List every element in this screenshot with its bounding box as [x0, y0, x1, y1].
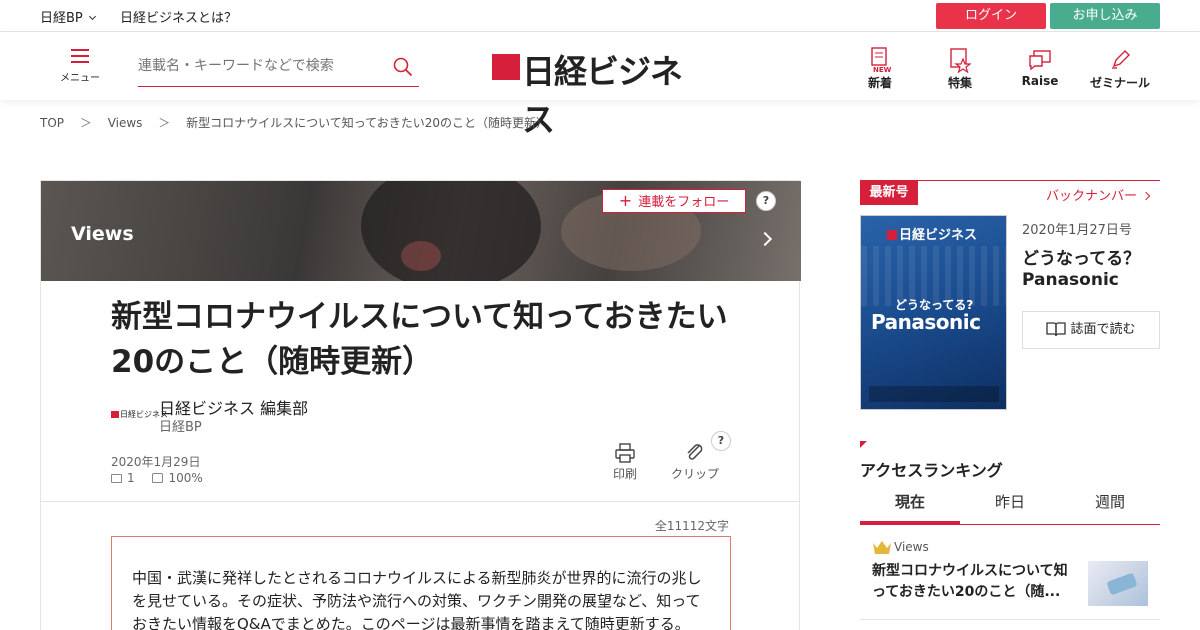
follow-label: 連載をフォロー [638, 195, 730, 210]
site-header: メニュー 日経ビジネス NEW 新着 特集 Raise ゼミナール [0, 33, 1200, 139]
search-icon[interactable] [393, 57, 413, 77]
back-numbers-link[interactable]: バックナンバー [1046, 185, 1151, 204]
clip-help-icon[interactable]: ? [711, 431, 731, 451]
breadcrumb-current: 新型コロナウイルスについて知っておきたい20のこと（随時更新） [186, 116, 549, 130]
issue-title-line1: どうなってる？ [1022, 249, 1141, 269]
nav-raise-label: Raise [1021, 74, 1059, 88]
tab-weekly[interactable]: 週間 [1060, 486, 1160, 524]
issue-title[interactable]: どうなってる？ Panasonic [1022, 249, 1140, 291]
tab-now[interactable]: 現在 [860, 486, 960, 524]
breadcrumb-separator: ＞ [158, 116, 171, 130]
nav-feature[interactable]: 特集 [930, 47, 990, 91]
article-stats: 1 100% [111, 471, 203, 485]
publish-date: 2020年1月29日 [111, 455, 201, 469]
book-icon [1046, 321, 1067, 336]
char-count: 全11112文字 [654, 519, 729, 533]
nav-seminar[interactable]: ゼミナール [1090, 47, 1150, 91]
breadcrumb: TOP ＞ Views ＞ 新型コロナウイルスについて知っておきたい20のこと（… [40, 114, 560, 131]
feature-icon [950, 48, 971, 73]
ranking-tabs: 現在 昨日 週間 [860, 486, 1160, 525]
svg-text:NEW: NEW [873, 66, 891, 73]
latest-issue-tag: 最新号 [860, 181, 918, 205]
cover-logo: 日経ビジネス [887, 224, 977, 243]
breadcrumb-separator: ＞ [79, 116, 92, 130]
author-logo: 日経ビジネス [111, 407, 168, 423]
raise-chat-icon [1029, 50, 1051, 71]
ranking-category: Views [894, 540, 929, 554]
print-button[interactable]: 印刷 [613, 443, 637, 482]
nav-new[interactable]: NEW 新着 [850, 47, 910, 91]
menu-label: メニュー [60, 73, 100, 84]
nav-new-label: 新着 [867, 76, 892, 90]
like-icon [152, 473, 164, 483]
cover-logo-text: 日経ビジネス [899, 228, 978, 243]
search-input[interactable] [138, 53, 378, 79]
site-logo[interactable]: 日経ビジネス [492, 45, 692, 139]
nav-feature-label: 特集 [947, 76, 972, 90]
series-banner[interactable]: Views + 連載をフォロー ? [41, 181, 801, 281]
ranking-title-link[interactable]: 新型コロナウイルスについて知っておきたい20のこと（随... [872, 561, 1072, 603]
logo-mark [492, 54, 520, 80]
chevron-down-icon [88, 12, 96, 21]
magazine-cover[interactable]: 日経ビジネス どうなってる? Panasonic [860, 215, 1007, 410]
brand-menu-link[interactable]: 日経BP [40, 7, 96, 26]
cover-headline: Panasonic [871, 310, 981, 334]
ranking-mark [860, 441, 867, 448]
about-link[interactable]: 日経ビジネスとは？ [120, 7, 237, 26]
brand-menu-label: 日経BP [40, 11, 83, 26]
chevron-right-icon [757, 231, 773, 247]
printer-icon [615, 443, 635, 463]
breadcrumb-views[interactable]: Views [108, 116, 143, 130]
search-box [138, 53, 419, 87]
issue-title-line2: Panasonic [1022, 270, 1119, 290]
divider [41, 501, 799, 502]
clip-label: クリップ [671, 467, 720, 481]
follow-series-button[interactable]: + 連載をフォロー [602, 189, 746, 213]
tab-yesterday[interactable]: 昨日 [960, 486, 1060, 524]
like-rate: 100% [168, 471, 203, 485]
print-label: 印刷 [613, 467, 638, 481]
nav-seminar-label: ゼミナール [1090, 76, 1151, 90]
back-numbers-label: バックナンバー [1046, 189, 1138, 204]
plus-icon: + [618, 191, 633, 210]
comment-count[interactable]: 1 [127, 471, 135, 485]
comment-icon[interactable] [111, 474, 122, 483]
series-name: Views [71, 223, 134, 245]
ranking-item[interactable]: Views 新型コロナウイルスについて知っておきたい20のこと（随... [860, 525, 1160, 620]
seminar-pen-icon [1112, 50, 1130, 69]
read-issue-label: 誌面で読む [1070, 322, 1136, 337]
article-card: Views + 連載をフォロー ? 新型コロナウイルスについて知っておきたい20の… [40, 180, 801, 630]
menu-button[interactable]: メニュー [58, 49, 102, 87]
article-summary: 中国・武漢に発祥したとされるコロナウイルスによる新型肺炎が世界的に流行の兆しを見… [111, 536, 731, 630]
apply-button[interactable]: お申し込み [1050, 3, 1160, 29]
read-issue-button[interactable]: 誌面で読む [1022, 311, 1160, 349]
breadcrumb-top[interactable]: TOP [40, 116, 64, 130]
clip-button[interactable]: クリップ [671, 443, 719, 482]
issue-date: 2020年1月27日号 [1022, 223, 1132, 238]
article-title: 新型コロナウイルスについて知っておきたい20のこと（随時更新） [111, 299, 728, 380]
login-button[interactable]: ログイン [936, 3, 1046, 29]
top-bar: 日経BP 日経ビジネスとは？ ログイン お申し込み [0, 0, 1200, 32]
nav-raise[interactable]: Raise [1010, 47, 1070, 88]
ranking-title: アクセスランキング [860, 461, 1003, 480]
new-articles-icon: NEW [871, 47, 891, 73]
paperclip-icon [687, 444, 703, 460]
follow-help-icon[interactable]: ? [756, 191, 776, 211]
ranking-thumbnail[interactable] [1088, 561, 1148, 606]
author-org: 日経BP [159, 420, 202, 435]
hamburger-icon [71, 49, 89, 63]
crown-icon [873, 541, 891, 554]
chevron-right-icon [1141, 191, 1151, 201]
